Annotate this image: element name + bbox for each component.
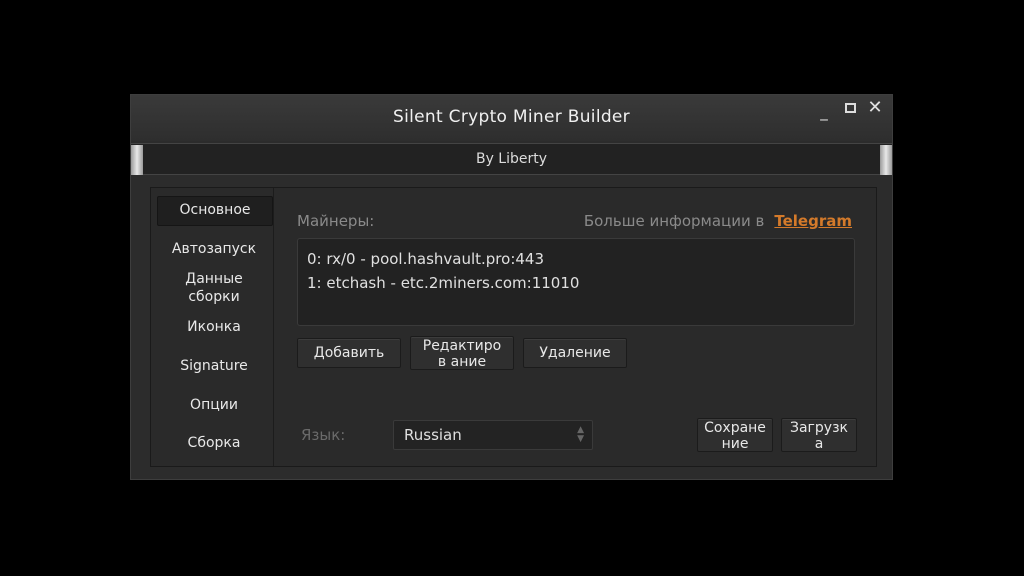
more-info: Больше информации в Telegram <box>584 212 852 230</box>
miners-list[interactable]: 0: rx/0 - pool.hashvault.pro:443 1: etch… <box>297 238 855 326</box>
load-button-label: Загрузк а <box>790 420 848 452</box>
sidebar-item-build[interactable]: Сборка <box>157 434 271 452</box>
sidebar-item-build-data[interactable]: Данные сборки <box>157 270 271 306</box>
select-arrows-icon: ▲ ▼ <box>577 425 584 444</box>
miners-label: Майнеры: <box>297 212 375 230</box>
sidebar-item-icon[interactable]: Иконка <box>157 318 271 336</box>
builder-window: Silent Crypto Miner Builder _ ✕ By Liber… <box>130 94 893 480</box>
close-icon[interactable]: ✕ <box>866 99 884 117</box>
delete-button[interactable]: Удаление <box>523 338 627 368</box>
save-button-label: Сохране ние <box>704 420 766 452</box>
sidebar-item-main[interactable]: Основное <box>157 196 273 226</box>
subtitle-bar: By Liberty <box>131 143 892 175</box>
sidebar: Основное Автозапуск Данные сборки Иконка… <box>151 188 274 466</box>
edit-button-label: Редактиров ание <box>422 338 502 370</box>
language-select[interactable]: Russian ▲ ▼ <box>393 420 593 450</box>
language-label: Язык: <box>301 426 346 444</box>
left-resize-handle[interactable] <box>131 145 143 175</box>
telegram-link[interactable]: Telegram <box>774 212 852 230</box>
right-resize-handle[interactable] <box>880 145 892 175</box>
save-button[interactable]: Сохране ние <box>697 418 773 452</box>
sidebar-item-options[interactable]: Опции <box>157 396 271 414</box>
add-button[interactable]: Добавить <box>297 338 401 368</box>
list-item[interactable]: 1: etchash - etc.2miners.com:11010 <box>307 271 845 295</box>
list-item[interactable]: 0: rx/0 - pool.hashvault.pro:443 <box>307 247 845 271</box>
maximize-icon[interactable] <box>841 99 859 117</box>
more-info-text: Больше информации в <box>583 212 765 230</box>
sidebar-item-autostart[interactable]: Автозапуск <box>157 240 271 258</box>
language-value: Russian <box>404 426 462 444</box>
sidebar-item-signature[interactable]: Signature <box>157 357 271 375</box>
main-area: Майнеры: Больше информации в Telegram 0: … <box>275 188 876 466</box>
load-button[interactable]: Загрузк а <box>781 418 857 452</box>
minimize-icon[interactable]: _ <box>815 103 833 121</box>
edit-button[interactable]: Редактиров ание <box>410 336 514 370</box>
window-title: Silent Crypto Miner Builder <box>393 107 630 127</box>
window-subtitle: By Liberty <box>475 151 548 167</box>
content-panel: Основное Автозапуск Данные сборки Иконка… <box>150 187 877 467</box>
title-bar[interactable]: Silent Crypto Miner Builder _ ✕ <box>131 95 892 141</box>
